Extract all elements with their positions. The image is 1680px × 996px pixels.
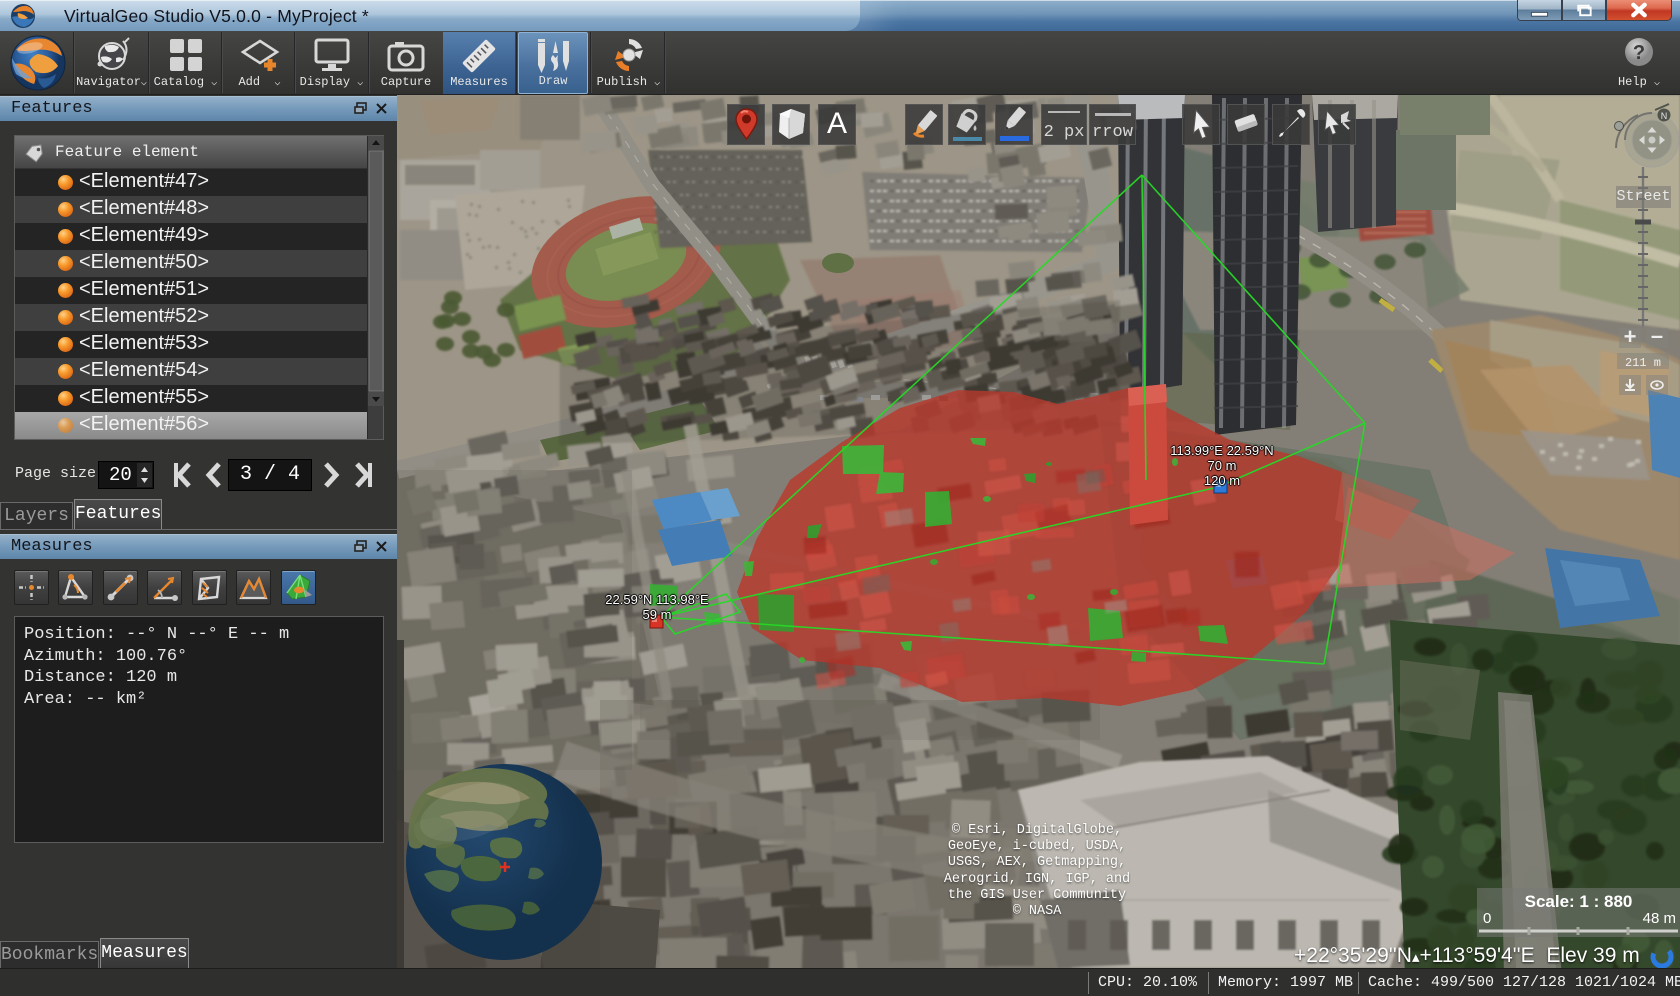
svg-text:N: N (1661, 111, 1668, 121)
svg-text:?: ? (1633, 42, 1645, 64)
